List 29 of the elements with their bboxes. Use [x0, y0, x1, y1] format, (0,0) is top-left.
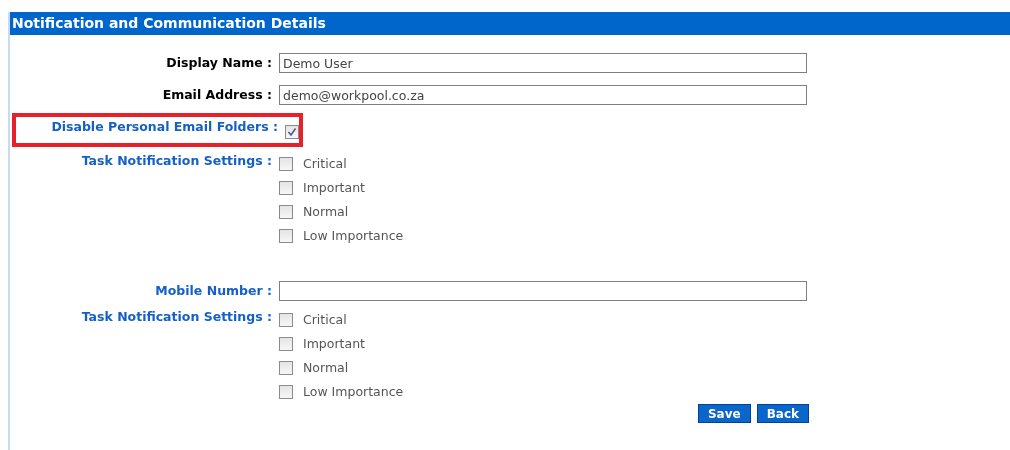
checkbox[interactable]	[279, 312, 293, 327]
field-label: Email Address :	[161, 86, 272, 104]
option-label: Low Importance	[303, 228, 404, 243]
checkbox[interactable]	[279, 180, 293, 195]
option-label: Low Importance	[303, 384, 404, 399]
checkbox[interactable]	[279, 228, 293, 243]
text-field[interactable]: demo@workpool.co.za	[279, 85, 807, 105]
section-header: Notification and Communication Details	[10, 12, 1010, 35]
option-label: Critical	[303, 312, 347, 327]
field-label: Mobile Number :	[154, 282, 272, 300]
action-button[interactable]: Save	[697, 404, 751, 423]
checkbox[interactable]	[279, 156, 293, 171]
option-label: Normal	[303, 204, 349, 219]
option-label: Normal	[303, 360, 349, 375]
text-field[interactable]	[279, 281, 807, 301]
option-label: Important	[303, 180, 365, 195]
field-label: Task Notification Settings :	[80, 308, 272, 326]
field-label: Task Notification Settings :	[80, 152, 272, 170]
field-label: Disable Personal Email Folders :	[50, 119, 278, 136]
action-button[interactable]: Back	[756, 404, 809, 423]
checkbox[interactable]	[279, 360, 293, 375]
text-field[interactable]: Demo User	[279, 53, 807, 73]
field-label: Display Name :	[165, 54, 272, 72]
checkbox[interactable]	[279, 204, 293, 219]
checkbox[interactable]	[279, 336, 293, 351]
option-label: Critical	[303, 156, 347, 171]
option-label: Important	[303, 336, 365, 351]
checkbox[interactable]	[285, 125, 299, 139]
checkbox[interactable]	[279, 384, 293, 399]
